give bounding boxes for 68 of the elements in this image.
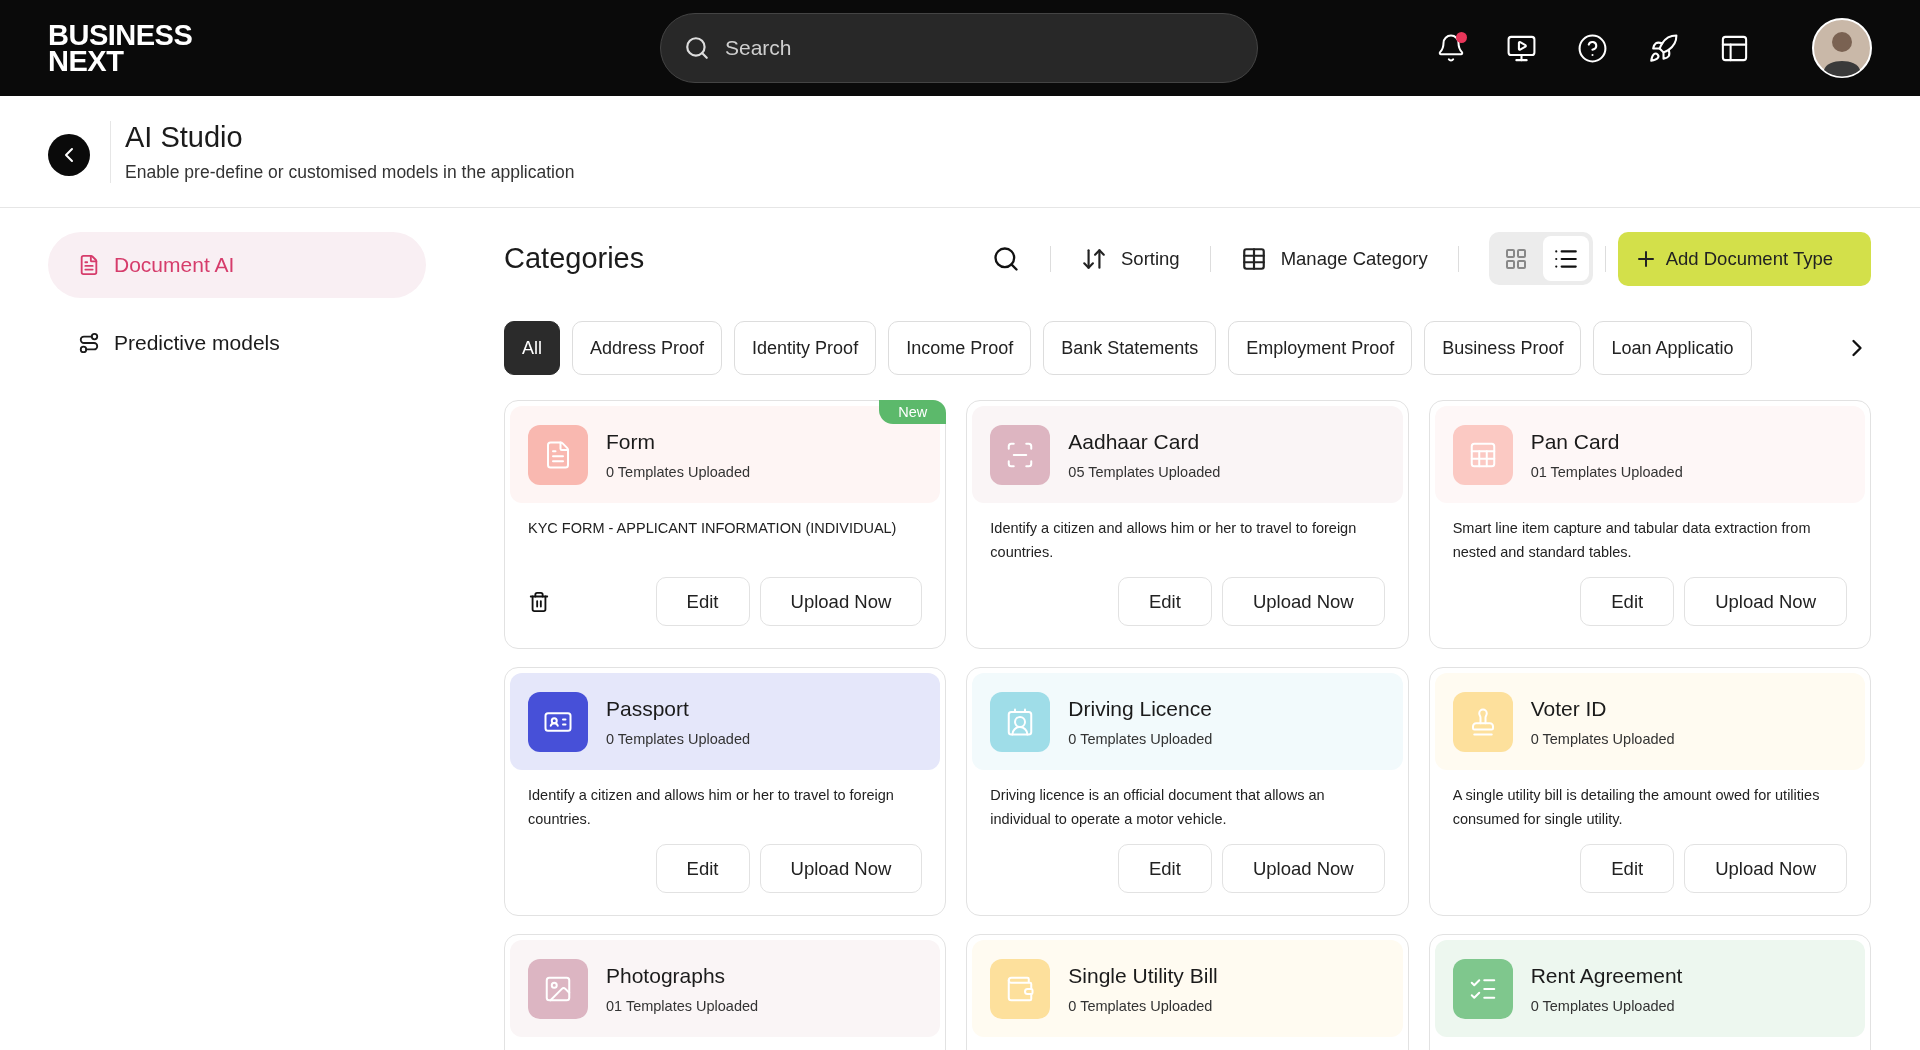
card-title: Pan Card — [1530, 429, 1621, 454]
upload-now-button[interactable]: Upload Now — [1221, 577, 1385, 626]
add-document-type-button[interactable]: Add Document Type — [1617, 231, 1871, 286]
new-badge: New — [879, 400, 947, 424]
logo: BUSINESS NEXT — [48, 22, 194, 74]
help-icon[interactable] — [1577, 32, 1608, 64]
card-title: Passport — [606, 696, 690, 721]
card-description: Identify a citizen and allows him or her to travel to foreign countries. — [989, 519, 1358, 562]
upload-now-button[interactable]: Upload Now — [1221, 844, 1385, 893]
template-count: 0 Templates Uploaded — [1068, 997, 1214, 1014]
card-title: Photographs — [606, 963, 727, 988]
delete-icon[interactable] — [528, 590, 550, 613]
section-title: Categories — [504, 242, 646, 275]
category-chip[interactable]: All — [504, 321, 560, 375]
upload-now-button[interactable]: Upload Now — [1684, 844, 1847, 893]
grid-icon — [1503, 246, 1528, 271]
upload-now-button[interactable]: Upload Now — [759, 577, 923, 626]
search-icon — [684, 35, 710, 61]
card-title: Driving Licence — [1068, 696, 1213, 721]
avatar-icon[interactable] — [1812, 18, 1872, 78]
back-button[interactable] — [48, 133, 90, 176]
template-count: 0 Templates Uploaded — [1530, 997, 1676, 1014]
list-view-button[interactable] — [1542, 236, 1589, 281]
document-icon — [78, 254, 100, 276]
category-chip[interactable]: Employment Proof — [1228, 321, 1413, 375]
template-count: 05 Templates Uploaded — [1068, 463, 1221, 480]
category-chip[interactable]: Income Proof — [888, 321, 1032, 375]
edit-button[interactable]: Edit — [655, 577, 750, 626]
card-description: Smart line item capture and tabular data extraction from nested and standard tables. — [1451, 519, 1812, 562]
edit-button[interactable]: Edit — [1580, 844, 1675, 893]
upload-now-button[interactable]: Upload Now — [759, 844, 923, 893]
category-chip[interactable]: Address Proof — [572, 321, 723, 375]
rocket-icon[interactable] — [1648, 32, 1679, 64]
card-title: Rent Agreement — [1530, 963, 1683, 988]
card-title: Voter ID — [1530, 696, 1608, 721]
template-count: 0 Templates Uploaded — [1068, 730, 1213, 747]
template-count: 01 Templates Uploaded — [606, 997, 759, 1014]
card-description: Driving licence is an official document that allows an individual to operate a motor vehicle. — [989, 786, 1326, 829]
manage-category-button[interactable]: Manage Category — [1240, 245, 1428, 272]
category-chip[interactable]: Business Proof — [1424, 321, 1582, 375]
sidebar-item[interactable]: Predictive models — [48, 310, 426, 376]
card-title: Aadhaar Card — [1068, 429, 1201, 454]
page-title: AI Studio — [125, 120, 244, 154]
template-count: 0 Templates Uploaded — [606, 463, 751, 480]
upload-now-button[interactable]: Upload Now — [1684, 577, 1847, 626]
template-count: 0 Templates Uploaded — [1530, 730, 1675, 747]
category-chip[interactable]: Loan Applicatio — [1593, 321, 1752, 375]
sidebar-item[interactable]: Document AI — [48, 232, 426, 298]
edit-button[interactable]: Edit — [1117, 577, 1212, 626]
card-description: Identify a citizen and allows him or her to travel to foreign countries. — [527, 786, 895, 829]
card-title: Single Utility Bill — [1068, 963, 1218, 988]
card-description: A single utility bill is detailing the amount owed for utilities consumed for single utility. — [1451, 786, 1821, 829]
template-count: 0 Templates Uploaded — [606, 730, 751, 747]
card-title: Form — [606, 429, 656, 454]
sorting-button[interactable]: Sorting — [1081, 245, 1180, 272]
edit-button[interactable]: Edit — [1580, 577, 1675, 626]
page-subtitle: Enable pre-define or customised models in the application — [125, 161, 575, 183]
search-icon[interactable] — [992, 244, 1020, 273]
category-chip[interactable]: Identity Proof — [734, 321, 877, 375]
edit-button[interactable]: Edit — [1117, 844, 1212, 893]
edit-button[interactable]: Edit — [655, 844, 750, 893]
category-chip[interactable]: Bank Statements — [1043, 321, 1217, 375]
search-field[interactable]: Search — [660, 13, 1258, 83]
table-icon — [1240, 245, 1267, 272]
bell-icon[interactable] — [1436, 33, 1466, 63]
template-count: 01 Templates Uploaded — [1530, 463, 1683, 480]
route-icon — [78, 332, 100, 354]
card-description: KYC FORM - APPLICANT INFORMATION (INDIVIDUAL) — [527, 519, 898, 538]
